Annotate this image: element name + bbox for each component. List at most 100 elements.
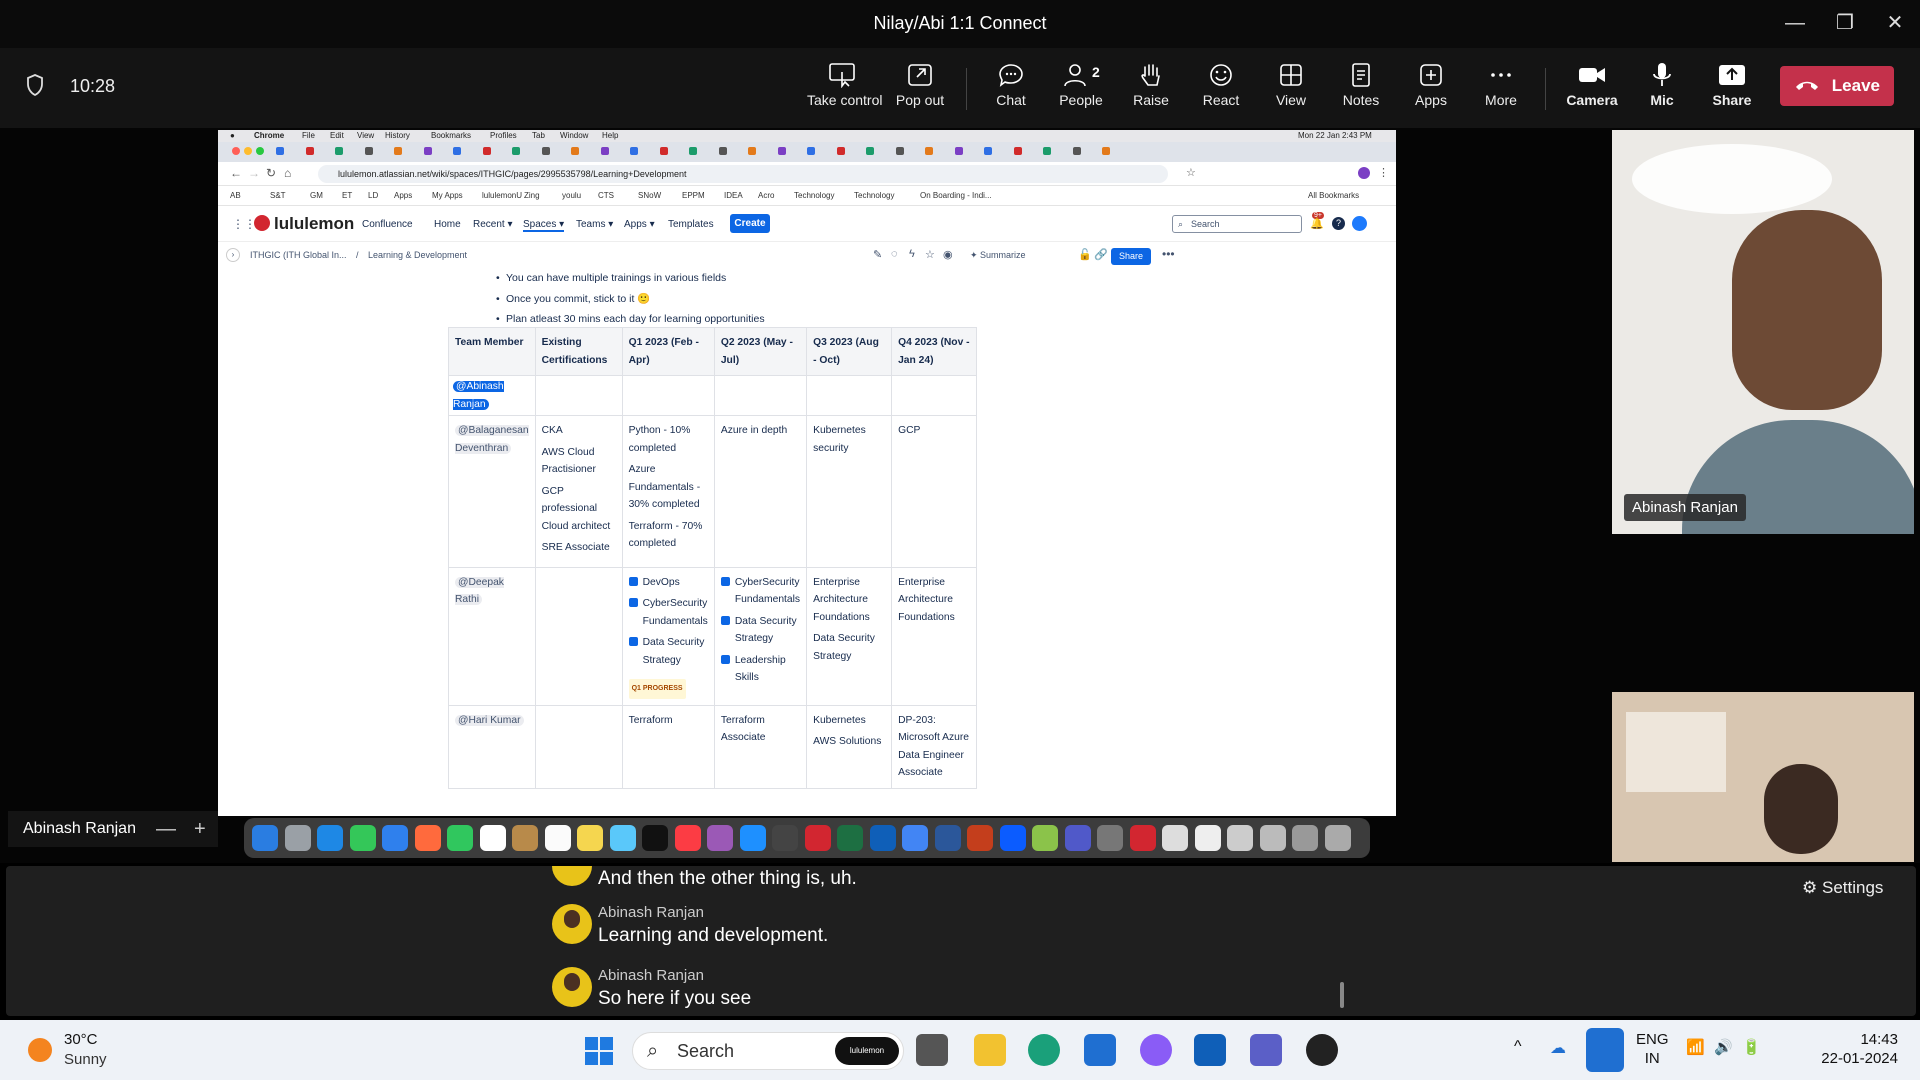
checkbox-checked-icon[interactable] [628, 576, 638, 586]
dock-app-icon[interactable] [447, 825, 473, 851]
automation-icon[interactable]: ϟ [909, 248, 915, 260]
more-button[interactable]: More [1466, 58, 1536, 120]
dock-app-icon[interactable] [902, 825, 928, 851]
browser-tab[interactable] [925, 147, 951, 157]
minimize-icon[interactable]: — [1780, 10, 1810, 36]
taskbar-search-box[interactable]: ⌕ Search lululemon [632, 1032, 904, 1070]
browser-tab[interactable] [954, 147, 981, 157]
checkbox-checked-icon[interactable] [720, 576, 730, 586]
confluence-search-input[interactable]: ⌕ Search [1172, 215, 1302, 233]
bookmark-item[interactable]: All Bookmarks [1308, 191, 1359, 200]
bookmark-item[interactable]: GM [310, 191, 323, 200]
bookmark-star-icon[interactable]: ☆ [1186, 166, 1196, 179]
nav-confluence[interactable]: Confluence [362, 219, 413, 230]
browser-tab[interactable] [541, 147, 568, 157]
bookmark-item[interactable]: EPPM [682, 191, 705, 200]
bookmark-item[interactable]: Acro [758, 191, 774, 200]
file-explorer-icon[interactable] [974, 1034, 1006, 1066]
bookmark-item[interactable]: IDEA [724, 191, 743, 200]
browser-tab[interactable] [276, 147, 302, 157]
wifi-icon[interactable]: 📶 [1686, 1038, 1705, 1056]
dock-app-icon[interactable] [317, 825, 343, 851]
bookmark-item[interactable]: My Apps [432, 191, 463, 200]
bookmark-item[interactable]: On Boarding - Indi... [920, 191, 992, 200]
dock-app-icon[interactable] [1129, 825, 1156, 851]
dock-app-icon[interactable] [1259, 825, 1286, 851]
task-view-icon[interactable] [916, 1034, 948, 1066]
system-clock[interactable]: 14:43 22-01-2024 [1788, 1030, 1898, 1068]
bookmark-item[interactable]: S&T [270, 191, 286, 200]
edge-browser-icon[interactable] [1028, 1034, 1060, 1066]
user-avatar[interactable] [1352, 216, 1367, 231]
browser-tab[interactable] [748, 147, 774, 157]
dock-app-icon[interactable] [414, 825, 441, 851]
outlook-icon[interactable] [1194, 1034, 1226, 1066]
dock-app-icon[interactable] [739, 825, 766, 851]
edit-icon[interactable]: ✎ [873, 248, 882, 261]
dock-app-icon[interactable] [1292, 825, 1318, 851]
restore-icon[interactable]: ❐ [1830, 10, 1860, 36]
dock-app-icon[interactable] [252, 825, 278, 851]
nav-apps[interactable]: Apps ▾ [624, 219, 655, 230]
lululemon-logo[interactable]: lululemon [254, 214, 354, 234]
dock-app-icon[interactable] [772, 825, 798, 851]
dock-app-icon[interactable] [512, 825, 538, 851]
checkbox-checked-icon[interactable] [628, 637, 638, 646]
browser-tab[interactable] [305, 147, 332, 157]
reload-icon[interactable]: ↻ [266, 166, 276, 180]
chat-button[interactable]: Chat [976, 58, 1046, 120]
mac-minimize-dot[interactable] [244, 147, 252, 155]
profile-avatar[interactable] [1358, 167, 1370, 179]
dock-app-icon[interactable] [609, 825, 636, 851]
browser-tab[interactable] [1043, 147, 1069, 157]
battery-icon[interactable]: 🔋 [1742, 1038, 1761, 1056]
back-icon[interactable]: ← [230, 166, 242, 180]
dock-app-icon[interactable] [934, 825, 961, 851]
browser-tab[interactable] [600, 147, 627, 157]
dock-app-icon[interactable] [1194, 825, 1221, 851]
task-item[interactable]: DevOps [628, 574, 708, 592]
bookmark-item[interactable]: AB [230, 191, 241, 200]
dock-app-icon[interactable] [837, 825, 863, 851]
nav-home[interactable]: Home [434, 219, 461, 230]
browser-tab[interactable] [836, 147, 863, 157]
teams-icon[interactable] [1250, 1034, 1282, 1066]
task-item[interactable]: Leadership Skills [720, 652, 800, 687]
browser-tab[interactable] [984, 147, 1010, 157]
dock-app-icon[interactable] [999, 825, 1026, 851]
shared-screen[interactable]: ● Chrome File Edit View History Bookmark… [218, 130, 1396, 816]
language-indicator[interactable]: ENG IN [1636, 1030, 1669, 1068]
caption-settings-button[interactable]: ⚙ Settings [1802, 878, 1883, 898]
notes-button[interactable]: Notes [1326, 58, 1396, 120]
apps-button[interactable]: Apps [1396, 58, 1466, 120]
mac-maximize-dot[interactable] [256, 147, 264, 155]
bookmark-item[interactable]: LD [368, 191, 378, 200]
dock-app-icon[interactable] [1162, 825, 1188, 851]
more-actions-icon[interactable]: ••• [1162, 247, 1175, 261]
self-video-tile[interactable] [1612, 692, 1914, 862]
close-icon[interactable]: ✕ [1880, 10, 1910, 36]
task-item[interactable]: Data Security Strategy [628, 634, 708, 669]
browser-tab[interactable] [1072, 147, 1099, 157]
task-item[interactable]: CyberSecurity Fundamentals [628, 595, 708, 630]
browser-tab[interactable] [482, 147, 509, 157]
user-mention[interactable]: @Balaganesan Deventhran [455, 425, 529, 454]
dock-app-icon[interactable] [642, 825, 668, 851]
browser-tab[interactable] [866, 147, 892, 157]
browser-tab[interactable] [423, 147, 450, 157]
browser-tab[interactable] [335, 147, 361, 157]
browser-tab[interactable] [571, 147, 597, 157]
nav-recent[interactable]: Recent ▾ [473, 219, 513, 230]
restrictions-icon[interactable]: 🔓 [1078, 248, 1092, 261]
user-mention[interactable]: @Hari Kumar [455, 714, 524, 726]
dock-app-icon[interactable] [284, 825, 311, 851]
nav-teams[interactable]: Teams ▾ [576, 219, 613, 230]
dock-app-icon[interactable] [1097, 825, 1123, 851]
browser-menu-icon[interactable]: ⋮ [1378, 166, 1389, 179]
breadcrumb-page[interactable]: Learning & Development [368, 250, 467, 260]
mic-button[interactable]: Mic [1627, 58, 1697, 120]
browser-tab[interactable] [630, 147, 656, 157]
star-icon[interactable]: ☆ [925, 248, 935, 261]
captions-scrollbar[interactable] [1340, 982, 1344, 1008]
nav-templates[interactable]: Templates [668, 219, 714, 230]
